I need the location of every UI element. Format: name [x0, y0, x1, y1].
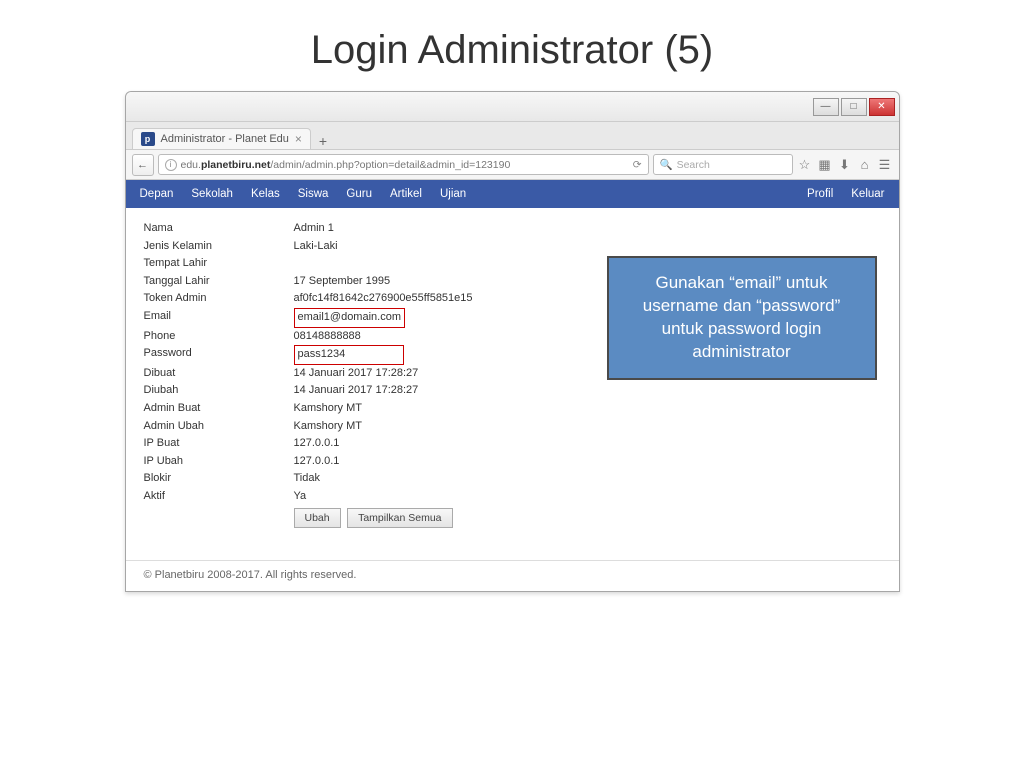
detail-value: 14 Januari 2017 17:28:27 — [294, 365, 419, 383]
back-button[interactable]: ← — [132, 154, 154, 176]
detail-label: Password — [144, 345, 294, 365]
new-tab-button[interactable]: + — [311, 133, 335, 149]
detail-label: Jenis Kelamin — [144, 238, 294, 256]
nav-kelas[interactable]: Kelas — [251, 188, 280, 200]
highlighted-value: email1@domain.com — [294, 308, 406, 328]
detail-label: Token Admin — [144, 290, 294, 308]
detail-row: IP Buat127.0.0.1 — [144, 435, 881, 453]
detail-row: Admin UbahKamshory MT — [144, 418, 881, 436]
content-area: NamaAdmin 1Jenis KelaminLaki-LakiTempat … — [126, 208, 899, 548]
detail-label: Admin Ubah — [144, 418, 294, 436]
menu-icon[interactable]: ☰ — [877, 157, 893, 173]
detail-value: 08148888888 — [294, 328, 361, 346]
detail-value: Laki-Laki — [294, 238, 338, 256]
search-placeholder: Search — [677, 159, 710, 171]
search-field[interactable]: 🔍 Search — [653, 154, 793, 175]
detail-label: Tempat Lahir — [144, 255, 294, 273]
detail-value: 14 Januari 2017 17:28:27 — [294, 382, 419, 400]
site-nav: Depan Sekolah Kelas Siswa Guru Artikel U… — [126, 180, 899, 208]
detail-label: IP Ubah — [144, 453, 294, 471]
detail-label: Admin Buat — [144, 400, 294, 418]
detail-row: Diubah14 Januari 2017 17:28:27 — [144, 382, 881, 400]
detail-row: Jenis KelaminLaki-Laki — [144, 238, 881, 256]
browser-tab-row: p Administrator - Planet Edu × + — [126, 122, 899, 150]
detail-value: Kamshory MT — [294, 400, 362, 418]
nav-keluar[interactable]: Keluar — [851, 188, 884, 200]
window-close-button[interactable]: ✕ — [869, 98, 895, 116]
detail-label: Tanggal Lahir — [144, 273, 294, 291]
window-title-bar: — □ ✕ — [126, 92, 899, 122]
detail-value: 127.0.0.1 — [294, 435, 340, 453]
detail-label: IP Buat — [144, 435, 294, 453]
nav-sekolah[interactable]: Sekolah — [191, 188, 233, 200]
refresh-icon[interactable]: ⟳ — [633, 159, 642, 171]
detail-label: Email — [144, 308, 294, 328]
detail-value: af0fc14f81642c276900e55ff5851e15 — [294, 290, 473, 308]
action-buttons: Ubah Tampilkan Semua — [294, 508, 881, 528]
nav-guru[interactable]: Guru — [346, 188, 372, 200]
site-info-icon[interactable]: i — [165, 159, 177, 171]
nav-ujian[interactable]: Ujian — [440, 188, 466, 200]
search-icon: 🔍 — [660, 158, 673, 171]
detail-value: email1@domain.com — [294, 308, 406, 328]
detail-value: 17 September 1995 — [294, 273, 391, 291]
browser-window: — □ ✕ p Administrator - Planet Edu × + ←… — [125, 91, 900, 592]
detail-label: Nama — [144, 220, 294, 238]
detail-label: Phone — [144, 328, 294, 346]
highlighted-value: pass1234 — [294, 345, 404, 365]
url-text: edu.planetbiru.net/admin/admin.php?optio… — [181, 159, 629, 171]
detail-label: Aktif — [144, 488, 294, 506]
slide-title: Login Administrator (5) — [0, 0, 1024, 91]
detail-label: Blokir — [144, 470, 294, 488]
tab-title: Administrator - Planet Edu — [161, 133, 289, 145]
nav-profil[interactable]: Profil — [807, 188, 833, 200]
detail-value: Ya — [294, 488, 307, 506]
window-minimize-button[interactable]: — — [813, 98, 839, 116]
detail-label: Dibuat — [144, 365, 294, 383]
detail-row: IP Ubah127.0.0.1 — [144, 453, 881, 471]
bookmark-icon[interactable]: ☆ — [797, 157, 813, 173]
detail-value: Admin 1 — [294, 220, 334, 238]
detail-value: pass1234 — [294, 345, 404, 365]
detail-value: Tidak — [294, 470, 321, 488]
detail-value: 127.0.0.1 — [294, 453, 340, 471]
detail-value: Kamshory MT — [294, 418, 362, 436]
nav-siswa[interactable]: Siswa — [298, 188, 329, 200]
footer-text: © Planetbiru 2008-2017. All rights reser… — [126, 567, 899, 591]
home-icon[interactable]: ⌂ — [857, 157, 873, 172]
favicon-icon: p — [141, 132, 155, 146]
tab-close-icon[interactable]: × — [295, 132, 302, 146]
address-bar[interactable]: i edu.planetbiru.net/admin/admin.php?opt… — [158, 154, 649, 175]
detail-row: Admin BuatKamshory MT — [144, 400, 881, 418]
instruction-callout: Gunakan “email” untuk username dan “pass… — [607, 256, 877, 380]
footer-divider — [126, 560, 899, 561]
nav-artikel[interactable]: Artikel — [390, 188, 422, 200]
detail-label: Diubah — [144, 382, 294, 400]
download-icon[interactable]: ⬇ — [837, 157, 853, 173]
window-maximize-button[interactable]: □ — [841, 98, 867, 116]
library-icon[interactable]: ▦ — [817, 157, 833, 173]
browser-tab[interactable]: p Administrator - Planet Edu × — [132, 128, 311, 149]
detail-row: BlokirTidak — [144, 470, 881, 488]
detail-row: NamaAdmin 1 — [144, 220, 881, 238]
show-all-button[interactable]: Tampilkan Semua — [347, 508, 452, 528]
edit-button[interactable]: Ubah — [294, 508, 341, 528]
browser-toolbar: ← i edu.planetbiru.net/admin/admin.php?o… — [126, 150, 899, 180]
detail-row: AktifYa — [144, 488, 881, 506]
nav-depan[interactable]: Depan — [140, 188, 174, 200]
